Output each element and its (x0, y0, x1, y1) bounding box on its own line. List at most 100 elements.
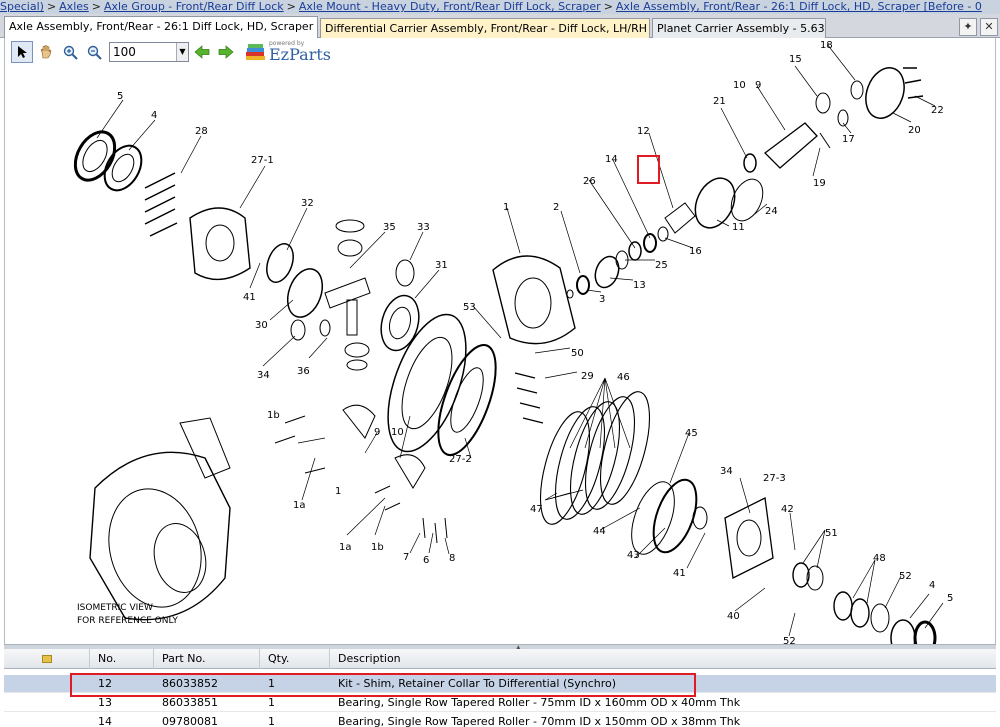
callout-7[interactable]: 7 (403, 552, 409, 563)
callout-1[interactable]: 1 (503, 202, 509, 213)
callout-48[interactable]: 48 (873, 553, 886, 564)
header-part-no[interactable]: Part No. (154, 649, 260, 669)
tab-planet-carrier[interactable]: Planet Carrier Assembly - 5.63 (652, 18, 826, 38)
callout-3[interactable]: 3 (599, 294, 605, 305)
header-no[interactable]: No. (90, 649, 154, 669)
callout-1b-upper[interactable]: 1b (267, 410, 280, 421)
parts-table: No. Part No. Qty. Description 12 8603385… (4, 649, 996, 727)
callout-10-lower[interactable]: 10 (391, 427, 404, 438)
select-pointer-button[interactable] (11, 41, 33, 63)
books-icon (246, 44, 265, 60)
callout-27-1[interactable]: 27-1 (251, 155, 274, 166)
callout-52-right[interactable]: 52 (899, 571, 912, 582)
callout-1a-lower[interactable]: 1a (339, 542, 352, 553)
zoom-out-button[interactable] (83, 41, 105, 63)
callout-35[interactable]: 35 (383, 222, 396, 233)
callout-33[interactable]: 33 (417, 222, 430, 233)
close-icon[interactable]: ✕ (980, 18, 998, 36)
callout-9-lower[interactable]: 9 (374, 427, 380, 438)
callout-43[interactable]: 43 (627, 550, 640, 561)
chevron-down-icon[interactable]: ▼ (176, 43, 188, 61)
breadcrumb-separator: > (91, 0, 101, 13)
callout-12[interactable]: 12 (637, 126, 650, 137)
row-description: Kit - Shim, Retainer Collar To Different… (338, 677, 617, 690)
callout-53[interactable]: 53 (463, 302, 476, 313)
breadcrumb-link-axle-group[interactable]: Axle Group - Front/Rear Diff Lock (104, 0, 284, 13)
callout-41-right[interactable]: 41 (673, 568, 686, 579)
callout-30[interactable]: 30 (255, 320, 268, 331)
callout-4-right[interactable]: 4 (929, 580, 935, 591)
callout-26[interactable]: 26 (583, 176, 596, 187)
callout-31[interactable]: 31 (435, 260, 448, 271)
callout-18[interactable]: 18 (820, 40, 833, 51)
pin-icon[interactable]: ✦ (959, 18, 977, 36)
callout-2[interactable]: 2 (553, 202, 559, 213)
zoom-out-icon (87, 45, 102, 60)
callout-25[interactable]: 25 (655, 260, 668, 271)
callout-15[interactable]: 15 (789, 54, 802, 65)
callout-19[interactable]: 19 (813, 178, 826, 189)
callout-20[interactable]: 20 (908, 125, 921, 136)
callout-8[interactable]: 8 (449, 553, 455, 564)
callout-16[interactable]: 16 (689, 246, 702, 257)
callout-1b-lower[interactable]: 1b (371, 542, 384, 553)
callout-17[interactable]: 17 (842, 134, 855, 145)
breadcrumb-link-axle-assembly[interactable]: Axle Assembly, Front/Rear - 26:1 Diff Lo… (616, 0, 982, 13)
next-button[interactable] (215, 41, 237, 63)
callout-52-bottom[interactable]: 52 (783, 636, 796, 644)
callout-41[interactable]: 41 (243, 292, 256, 303)
table-row[interactable]: 14 09780081 1 Bearing, Single Row Tapere… (4, 713, 996, 727)
callout-24[interactable]: 24 (765, 206, 778, 217)
callout-11[interactable]: 11 (732, 222, 745, 233)
callout-13[interactable]: 13 (633, 280, 646, 291)
callout-32[interactable]: 32 (301, 198, 314, 209)
tab-differential-carrier[interactable]: Differential Carrier Assembly, Front/Rea… (320, 18, 650, 38)
callout-10[interactable]: 10 (733, 80, 746, 91)
table-row[interactable]: 13 86033851 1 Bearing, Single Row Tapere… (4, 694, 996, 712)
row-qty: 1 (268, 677, 275, 690)
callout-6[interactable]: 6 (423, 555, 429, 566)
previous-button[interactable] (191, 41, 213, 63)
pan-button[interactable] (35, 41, 57, 63)
callout-44[interactable]: 44 (593, 526, 606, 537)
breadcrumb-link-axles[interactable]: Axles (59, 0, 89, 13)
callout-34[interactable]: 34 (257, 370, 270, 381)
callout-28[interactable]: 28 (195, 126, 208, 137)
pointer-icon (18, 46, 27, 58)
header-icon-column[interactable] (4, 649, 90, 669)
callout-42[interactable]: 42 (781, 504, 794, 515)
header-qty[interactable]: Qty. (260, 649, 330, 669)
callout-45[interactable]: 45 (685, 428, 698, 439)
callout-22[interactable]: 22 (931, 105, 944, 116)
callout-27-2[interactable]: 27-2 (449, 454, 472, 465)
callout-4[interactable]: 4 (151, 110, 157, 121)
table-row[interactable]: 12 86033852 1 Kit - Shim, Retainer Colla… (4, 675, 996, 693)
breadcrumb-link-axle-mount[interactable]: Axle Mount - Heavy Duty, Front/Rear Diff… (299, 0, 601, 13)
zoom-input[interactable] (110, 43, 176, 61)
callout-36[interactable]: 36 (297, 366, 310, 377)
callout-1-lower[interactable]: 1 (335, 486, 341, 497)
callout-29[interactable]: 29 (581, 371, 594, 382)
callout-27-3[interactable]: 27-3 (763, 473, 786, 484)
diagram-viewer[interactable]: ▼ powered by EzParts (4, 38, 996, 644)
callout-40[interactable]: 40 (727, 611, 740, 622)
callout-1a-upper[interactable]: 1a (293, 500, 306, 511)
row-no: 14 (98, 715, 112, 727)
breadcrumb-lead[interactable]: Special) (0, 0, 44, 13)
breadcrumb-separator: > (286, 0, 296, 13)
callout-50[interactable]: 50 (571, 348, 584, 359)
callout-5-right[interactable]: 5 (947, 593, 953, 604)
exploded-parts-diagram[interactable]: 5 4 28 27-1 32 35 33 31 41 30 34 36 1 2 … (5, 38, 996, 644)
zoom-select[interactable]: ▼ (109, 42, 189, 62)
callout-51[interactable]: 51 (825, 528, 838, 539)
callout-47[interactable]: 47 (530, 504, 543, 515)
callout-34-right[interactable]: 34 (720, 466, 733, 477)
tab-axle-assembly[interactable]: Axle Assembly, Front/Rear - 26:1 Diff Lo… (4, 16, 318, 38)
callout-9[interactable]: 9 (755, 80, 761, 91)
callout-5[interactable]: 5 (117, 91, 123, 102)
callout-14[interactable]: 14 (605, 154, 618, 165)
zoom-in-button[interactable] (59, 41, 81, 63)
callout-21[interactable]: 21 (713, 96, 726, 107)
header-description[interactable]: Description (330, 649, 996, 669)
callout-46[interactable]: 46 (617, 372, 630, 383)
